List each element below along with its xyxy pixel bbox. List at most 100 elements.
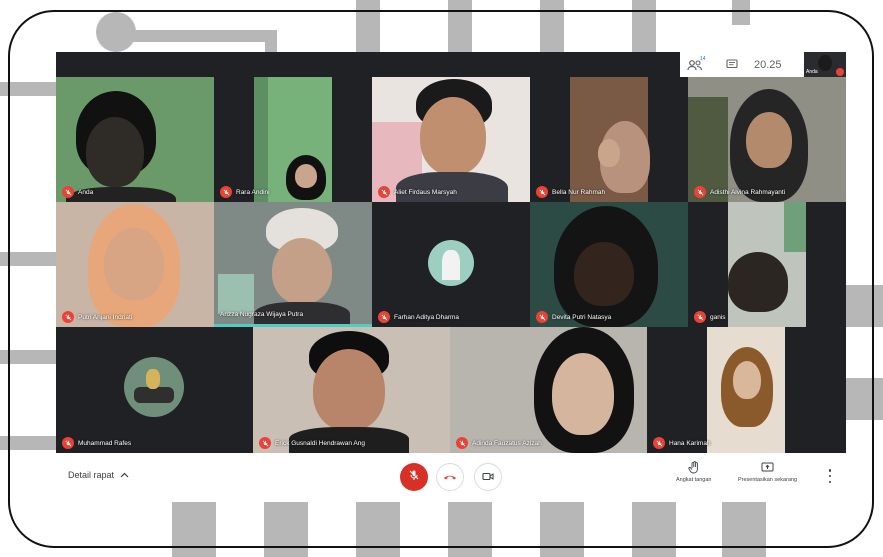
participant-name: Adisthi Alvina Rahmayanti (710, 189, 786, 196)
self-view-label: Anda (806, 69, 818, 75)
video-tile[interactable]: ganis (688, 202, 846, 327)
participant-face (313, 349, 385, 431)
participant-face (104, 228, 164, 300)
video-tile[interactable]: Arizza Nugraza Wijaya Putra (214, 202, 372, 327)
more-dot (828, 474, 832, 478)
mic-off-icon (62, 437, 74, 449)
participant-face (598, 139, 620, 167)
decor-bar-left-3 (0, 350, 56, 364)
participant-face (86, 117, 144, 187)
more-dot (828, 480, 832, 483)
participant-name: Devita Putri Natasya (552, 314, 612, 321)
chat-icon[interactable] (718, 52, 746, 77)
video-tile[interactable]: Aliet Firdaus Marsyah (372, 77, 530, 202)
mic-off-icon (536, 186, 548, 198)
decor-bar-right-1 (846, 285, 883, 327)
more-dot (828, 469, 832, 472)
decor-block-b6 (632, 502, 676, 557)
decor-block-b3 (356, 502, 400, 557)
participant-face (574, 242, 634, 306)
mic-off-icon (536, 311, 548, 323)
present-screen-icon (761, 460, 775, 474)
participant-face (746, 112, 792, 168)
decor-block-4 (632, 0, 656, 54)
phone-hangup-icon (443, 468, 457, 486)
decor-block-1 (356, 0, 380, 54)
hang-up-button[interactable] (436, 463, 464, 491)
participant-name: Putri Anjani Indriati (78, 314, 133, 321)
mic-off-icon (653, 437, 665, 449)
decor-bar-top-left (115, 30, 275, 42)
participant-name: ganis (710, 314, 726, 321)
bottom-control-bar: Detail rapat Angkat tangan Presentasikan… (56, 453, 846, 502)
decor-block-b4 (448, 502, 492, 557)
mic-off-icon (378, 186, 390, 198)
top-controls: 14 20.25 Anda (680, 52, 846, 77)
mic-off-icon (62, 186, 74, 198)
decor-block-3 (540, 0, 564, 54)
hand-icon (687, 460, 701, 474)
participant-face (420, 97, 486, 175)
decor-block-5 (732, 0, 750, 25)
top-bar: 14 20.25 Anda (56, 52, 846, 77)
camera-toggle-button[interactable] (474, 463, 502, 491)
participant-name: Aliet Firdaus Marsyah (394, 189, 457, 196)
participant-name: Muhammad Rafes (78, 440, 132, 447)
participant-face (295, 164, 317, 188)
decor-block-b5 (540, 502, 584, 557)
decor-block-b1 (172, 502, 216, 557)
participant-name: Hana Karimah (669, 440, 711, 447)
video-tile[interactable]: Muhammad Rafes (56, 327, 253, 453)
raise-hand-button[interactable]: Angkat tangan (676, 460, 711, 483)
video-tile[interactable]: Hana Karimah (647, 327, 846, 453)
chevron-up-icon (120, 470, 129, 480)
mic-off-icon (456, 437, 468, 449)
mic-off-icon (378, 311, 390, 323)
video-tile[interactable]: Anda (56, 77, 214, 202)
self-view-thumbnail[interactable]: Anda (804, 52, 846, 77)
video-feed-green (784, 202, 806, 252)
video-tile[interactable]: Farhan Aditya Dharma (372, 202, 530, 327)
participant-avatar (124, 357, 184, 417)
participant-face (733, 361, 761, 399)
avatar-motorbike (134, 387, 174, 403)
decor-block-b7 (722, 502, 766, 557)
mic-off-icon (694, 311, 706, 323)
participant-face (552, 353, 614, 435)
mic-toggle-button[interactable] (400, 463, 428, 491)
self-mic-off-indicator (836, 68, 844, 76)
decor-circle (96, 12, 136, 52)
people-icon[interactable]: 14 (680, 52, 710, 77)
participant-name: Erick Gusnaldi Hendrawan Ang (275, 440, 365, 447)
video-tile[interactable]: Devita Putri Natasya (530, 202, 688, 327)
participant-avatar (428, 240, 474, 286)
participant-name: Farhan Aditya Dharma (394, 314, 460, 321)
present-now-button[interactable]: Presentasikan sekarang (738, 460, 797, 483)
participant-name: Adinda Fauzatus Azizah (472, 440, 542, 447)
mic-off-icon (694, 186, 706, 198)
video-tile[interactable]: Bella Nur Rahmah (530, 77, 688, 202)
decor-bar-right-2 (846, 378, 883, 420)
video-tile[interactable]: Adisthi Alvina Rahmayanti (688, 77, 846, 202)
video-tile[interactable]: Adinda Fauzatus Azizah (450, 327, 647, 453)
more-vertical-icon[interactable] (826, 469, 834, 483)
avatar-rider (146, 369, 160, 389)
decor-block-2 (448, 0, 472, 54)
raise-hand-label: Angkat tangan (676, 477, 712, 483)
meeting-details-button[interactable]: Detail rapat (68, 470, 129, 480)
background-plant (688, 97, 728, 202)
decor-bar-top-left-vert (265, 30, 277, 54)
decor-bar-left-4 (0, 436, 56, 450)
decor-block-b2 (264, 502, 308, 557)
participants-count: 14 (700, 56, 706, 62)
mic-off-icon (259, 437, 271, 449)
video-tile[interactable]: Putri Anjani Indriati (56, 202, 214, 327)
participant-body (396, 172, 508, 202)
participant-face (272, 238, 332, 304)
video-tile[interactable]: Rara Andini (214, 77, 372, 202)
participant-name: Rara Andini (236, 189, 270, 196)
video-tile[interactable]: Erick Gusnaldi Hendrawan Ang (253, 327, 450, 453)
participant-name: Arizza Nugraza Wijaya Putra (220, 311, 304, 318)
mic-off-icon (62, 311, 74, 323)
background-poster (218, 274, 254, 314)
